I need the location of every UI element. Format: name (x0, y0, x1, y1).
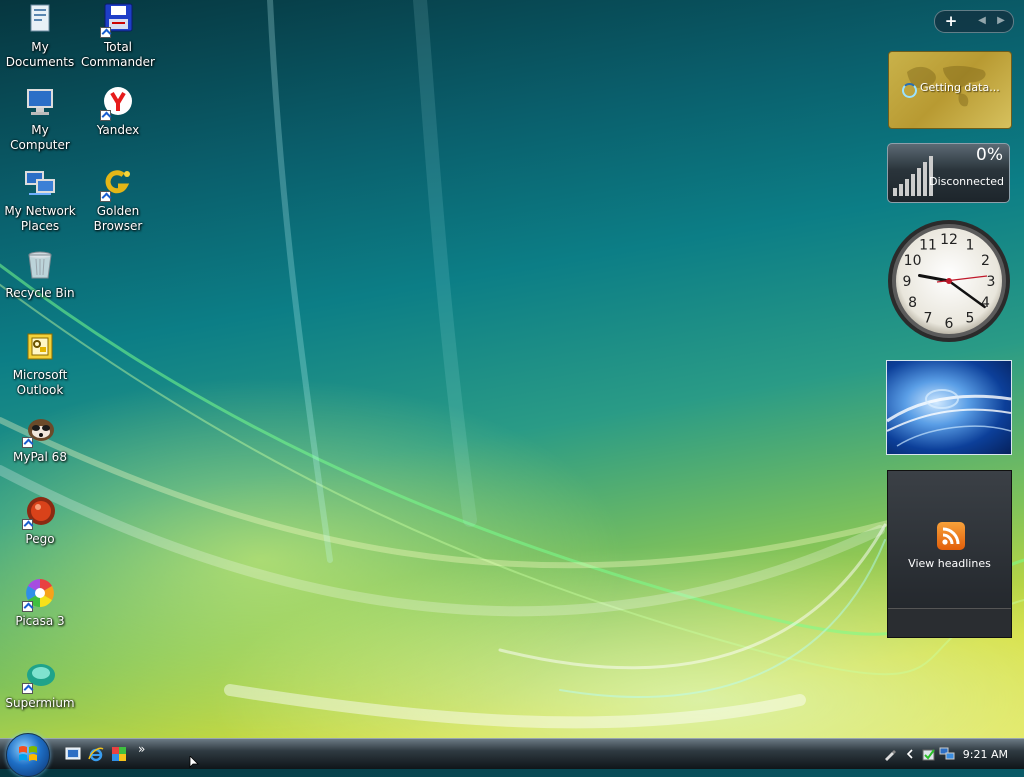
show-desktop-icon[interactable] (65, 746, 81, 762)
clock-gadget[interactable]: 12 12 3 45678 9 1011 (887, 219, 1011, 343)
desktop-icon-pego[interactable]: Pego (1, 494, 79, 547)
desktop-icon-network-places[interactable]: My Network Places (1, 166, 79, 234)
desktop-icon-label: Supermium (5, 696, 75, 710)
clock-numeral: 5 (966, 310, 975, 326)
taskbar: » 9:21 AM (0, 733, 1024, 777)
sidebar-controls: + ◀ ▶ (934, 10, 1014, 33)
clock-numeral: 3 (987, 274, 996, 290)
golden-browser-icon (100, 166, 135, 202)
prev-gadget-button[interactable]: ◀ (972, 12, 992, 30)
shortcut-arrow-icon (22, 601, 33, 612)
weather-gadget[interactable]: Getting data... (888, 51, 1012, 129)
desktop-icon-label: My Network Places (4, 204, 76, 233)
desktop-icon-label: My Documents (5, 40, 75, 69)
loading-spinner-icon (902, 83, 917, 98)
shortcut-arrow-icon (22, 683, 33, 694)
system-tray: 9:21 AM (878, 741, 1024, 767)
clock-numeral: 10 (904, 253, 922, 269)
clock-numeral: 12 (940, 232, 958, 248)
clock-numeral: 6 (945, 316, 954, 332)
internet-explorer-icon[interactable] (88, 746, 104, 762)
clock-numeral: 9 (903, 274, 912, 290)
my-computer-icon (23, 85, 57, 119)
next-gadget-button[interactable]: ▶ (991, 12, 1011, 30)
slideshow-image (887, 389, 1011, 447)
desktop-icon-recycle-bin[interactable]: Recycle Bin (1, 248, 79, 301)
network-meter-gadget[interactable]: 0% Disconnected (887, 143, 1010, 203)
taskbar-clock[interactable]: 9:21 AM (963, 748, 1008, 761)
desktop-icon-golden-browser[interactable]: Golden Browser (79, 166, 157, 234)
security-status-icon[interactable] (922, 747, 936, 761)
clock-numeral: 8 (908, 295, 917, 311)
outlook-icon (23, 330, 57, 364)
desktop-icon-label: Golden Browser (93, 204, 143, 233)
desktop-icon-total-commander[interactable]: Total Commander (79, 2, 157, 70)
windows-logo-icon (19, 746, 37, 761)
network-percent: 0% (976, 145, 1003, 165)
shortcut-arrow-icon (22, 519, 33, 530)
desktop-icon-my-documents[interactable]: My Documents (1, 2, 79, 70)
desktop-icon-supermium[interactable]: Supermium (1, 658, 79, 711)
my-documents-icon (23, 2, 57, 36)
recycle-bin-icon (23, 248, 57, 282)
shortcut-arrow-icon (22, 437, 33, 448)
pen-tool-icon[interactable] (883, 747, 897, 761)
total-commander-icon (100, 2, 135, 38)
network-places-icon (23, 166, 57, 200)
desktop-icon-yandex[interactable]: Yandex (79, 85, 157, 138)
desktop-icon-label: Yandex (96, 123, 140, 137)
picasa-icon (22, 576, 57, 612)
shortcut-arrow-icon (100, 191, 111, 202)
view-headlines-link[interactable]: View headlines (888, 557, 1011, 570)
desktop-icon-label: MyPal 68 (13, 450, 67, 464)
add-gadget-button[interactable]: + (939, 12, 963, 30)
show-hidden-icons-icon[interactable] (906, 749, 914, 759)
feed-headlines-gadget[interactable]: View headlines (887, 470, 1012, 638)
desktop-icon-label: Microsoft Outlook (12, 368, 68, 397)
desktop: My Documents My Computer My Network Plac… (0, 0, 1024, 738)
yandex-icon (100, 85, 135, 121)
desktop-icon-label: My Computer (10, 123, 70, 152)
network-status-icon[interactable] (939, 747, 955, 761)
desktop-icon-outlook[interactable]: Microsoft Outlook (1, 330, 79, 398)
shortcut-arrow-icon (100, 110, 111, 121)
slideshow-gadget[interactable] (886, 360, 1012, 455)
weather-status: Getting data... (920, 81, 1000, 94)
switch-windows-icon[interactable] (111, 746, 127, 762)
desktop-icon-picasa[interactable]: Picasa 3 (1, 576, 79, 629)
desktop-icon-my-computer[interactable]: My Computer (1, 85, 79, 153)
supermium-icon (22, 658, 57, 694)
shortcut-arrow-icon (100, 27, 111, 38)
clock-numeral: 11 (919, 238, 937, 254)
desktop-icon-mypal[interactable]: MyPal 68 (1, 412, 79, 465)
desktop-icon-label: Recycle Bin (5, 286, 75, 300)
desktop-icon-label: Picasa 3 (15, 614, 65, 628)
start-button[interactable] (6, 733, 50, 777)
rss-icon (937, 522, 965, 550)
desktop-icon-label: Total Commander (81, 40, 155, 69)
signal-bars-icon (893, 156, 933, 196)
quick-launch-more-button[interactable]: » (138, 742, 145, 756)
clock-numeral: 4 (981, 295, 990, 311)
clock-numeral: 2 (981, 253, 990, 269)
feed-footer (888, 608, 1011, 637)
mypal-icon (22, 412, 57, 448)
pego-icon (22, 494, 57, 530)
mouse-cursor-icon (189, 756, 199, 768)
network-status: Disconnected (929, 175, 1004, 188)
desktop-icon-label: Pego (25, 532, 55, 546)
clock-numeral: 7 (924, 310, 933, 326)
clock-numeral: 1 (966, 238, 975, 254)
